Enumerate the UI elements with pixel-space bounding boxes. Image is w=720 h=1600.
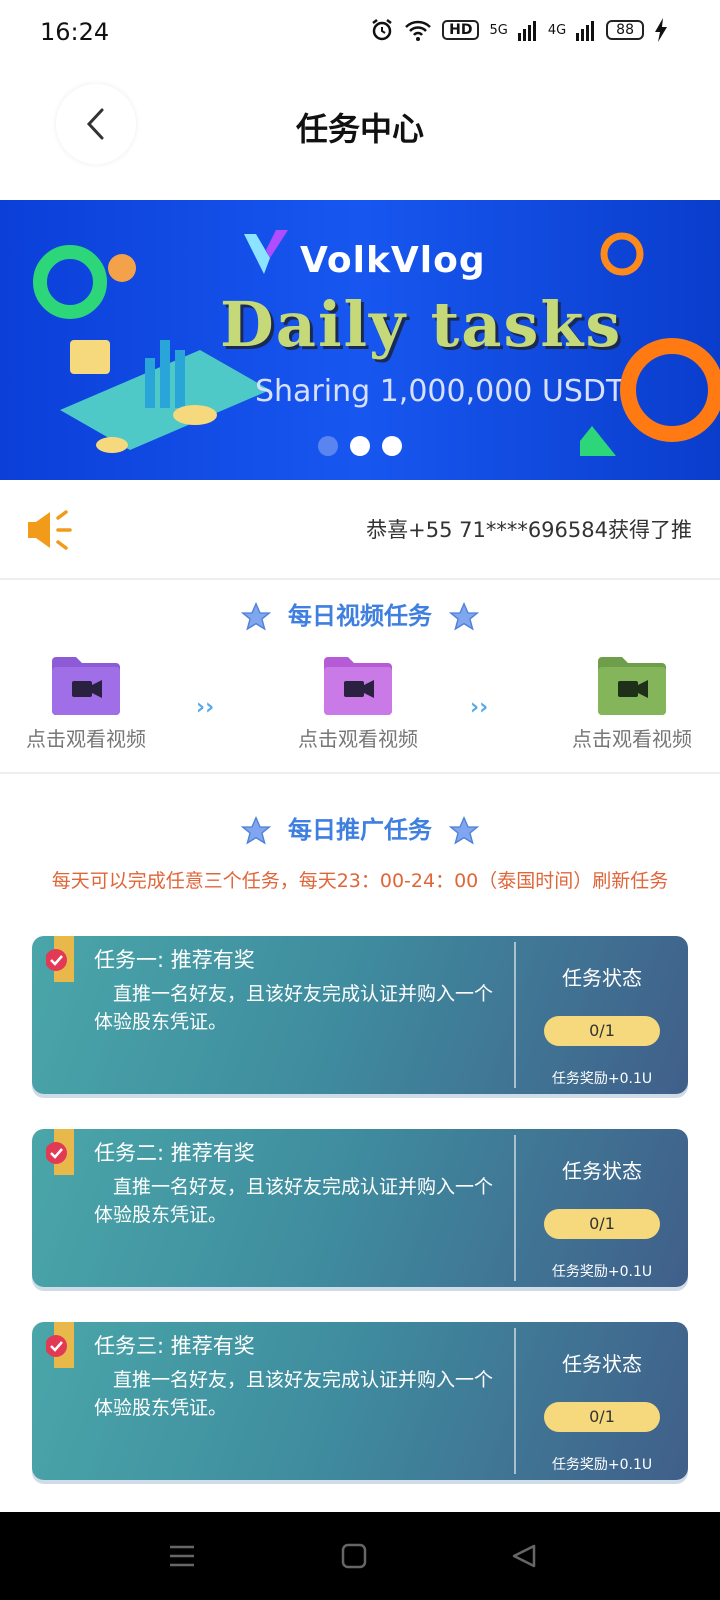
task-title: 任务三: 推荐有奖	[94, 1334, 255, 1358]
star-icon	[449, 601, 480, 631]
banner-title: Daily tasks	[220, 288, 623, 361]
network-4g-icon: 4G	[547, 22, 567, 38]
wifi-icon	[405, 20, 431, 41]
task-description: 直推一名好友，且该好友完成认证并购入一个体验股东凭证。	[94, 1176, 494, 1226]
carousel-dot[interactable]	[350, 436, 370, 456]
megaphone-icon	[28, 510, 72, 550]
task-reward: 任务奖励+0.1U	[551, 1071, 653, 1087]
banner-subtitle: Sharing 1,000,000 USDT	[255, 374, 625, 409]
video-folder-icon	[598, 657, 666, 715]
carousel-dot[interactable]	[382, 436, 402, 456]
task-card[interactable]: 任务三: 推荐有奖 直推一名好友，且该好友完成认证并购入一个体验股东凭证。 任务…	[32, 1322, 688, 1480]
status-time: 16:24	[40, 18, 110, 46]
charging-icon	[655, 18, 667, 42]
promo-tasks-heading: 每日推广任务	[0, 810, 720, 847]
header-bar: 任务中心	[0, 64, 720, 200]
task-status-label: 任务状态	[562, 966, 642, 990]
double-chevron-icon: ››	[470, 695, 489, 720]
video-task-row: 点击观看视频 ›› 点击观看视频 ›› 点击观看视频	[0, 655, 720, 765]
task-reward: 任务奖励+0.1U	[551, 1457, 653, 1473]
task-progress-pill: 0/1	[544, 1209, 660, 1239]
task-status-label: 任务状态	[562, 1352, 642, 1376]
star-icon	[240, 601, 271, 631]
task-description: 直推一名好友，且该好友完成认证并购入一个体验股东凭证。	[94, 983, 494, 1033]
notice-bar: 恭喜+55 71****696584获得了推	[0, 480, 720, 580]
task-status-label: 任务状态	[562, 1159, 642, 1183]
promo-banner[interactable]: VolkVlog Daily tasks Sharing 1,000,000 U…	[0, 200, 720, 480]
video-task-item[interactable]: 点击观看视频	[6, 655, 166, 752]
menu-icon[interactable]	[168, 1542, 196, 1570]
carousel-dot[interactable]	[318, 436, 338, 456]
video-task-label: 点击观看视频	[572, 727, 692, 751]
status-bar: 16:24 HD 5G 4G 88	[0, 0, 720, 64]
step-arrow: ››	[470, 695, 488, 720]
ribbon-check-icon	[46, 1129, 74, 1175]
promo-refresh-note: 每天可以完成任意三个任务，每天23：00-24：00（泰国时间）刷新任务	[51, 870, 669, 892]
video-folder-icon	[324, 657, 392, 715]
network-5g-icon: 5G	[489, 22, 508, 38]
system-nav-bar	[0, 1512, 720, 1600]
video-tasks-title: 每日视频任务	[288, 602, 432, 630]
hd-badge: HD	[442, 20, 480, 40]
signal-icon	[517, 21, 536, 41]
task-title: 任务二: 推荐有奖	[94, 1141, 255, 1165]
video-task-item[interactable]: 点击观看视频	[552, 655, 712, 752]
banner-brand: VolkVlog	[300, 240, 486, 281]
section-divider	[0, 772, 720, 774]
video-folder-icon	[52, 657, 120, 715]
double-chevron-icon: ››	[196, 695, 215, 720]
notice-text: 恭喜+55 71****696584获得了推	[366, 518, 692, 542]
task-title: 任务一: 推荐有奖	[94, 948, 255, 972]
brand-logo-icon	[244, 230, 288, 274]
task-progress-pill: 0/1	[544, 1402, 660, 1432]
video-task-item[interactable]: 点击观看视频	[278, 655, 438, 752]
step-arrow: ››	[196, 695, 214, 720]
promo-tasks-title: 每日推广任务	[288, 816, 432, 844]
ribbon-check-icon	[46, 1322, 74, 1368]
back-triangle-icon[interactable]	[510, 1542, 538, 1570]
task-reward: 任务奖励+0.1U	[551, 1264, 653, 1280]
alarm-icon	[372, 19, 392, 41]
video-task-label: 点击观看视频	[26, 727, 146, 751]
battery-indicator: 88	[606, 20, 644, 40]
task-card[interactable]: 任务二: 推荐有奖 直推一名好友，且该好友完成认证并购入一个体验股东凭证。 任务…	[32, 1129, 688, 1287]
task-description: 直推一名好友，且该好友完成认证并购入一个体验股东凭证。	[94, 1369, 494, 1419]
video-task-label: 点击观看视频	[298, 727, 418, 751]
video-tasks-heading: 每日视频任务	[0, 596, 720, 633]
status-icons: HD 5G 4G 88	[370, 18, 668, 42]
ribbon-check-icon	[46, 936, 74, 982]
home-icon[interactable]	[340, 1542, 368, 1570]
signal-icon-2	[576, 21, 595, 41]
star-icon	[449, 815, 480, 845]
banner-decoration	[580, 232, 720, 456]
star-icon	[240, 815, 271, 845]
task-card[interactable]: 任务一: 推荐有奖 直推一名好友，且该好友完成认证并购入一个体验股东凭证。 任务…	[32, 936, 688, 1094]
task-progress-pill: 0/1	[544, 1016, 660, 1046]
carousel-dots	[318, 436, 402, 456]
page-title: 任务中心	[295, 110, 424, 148]
